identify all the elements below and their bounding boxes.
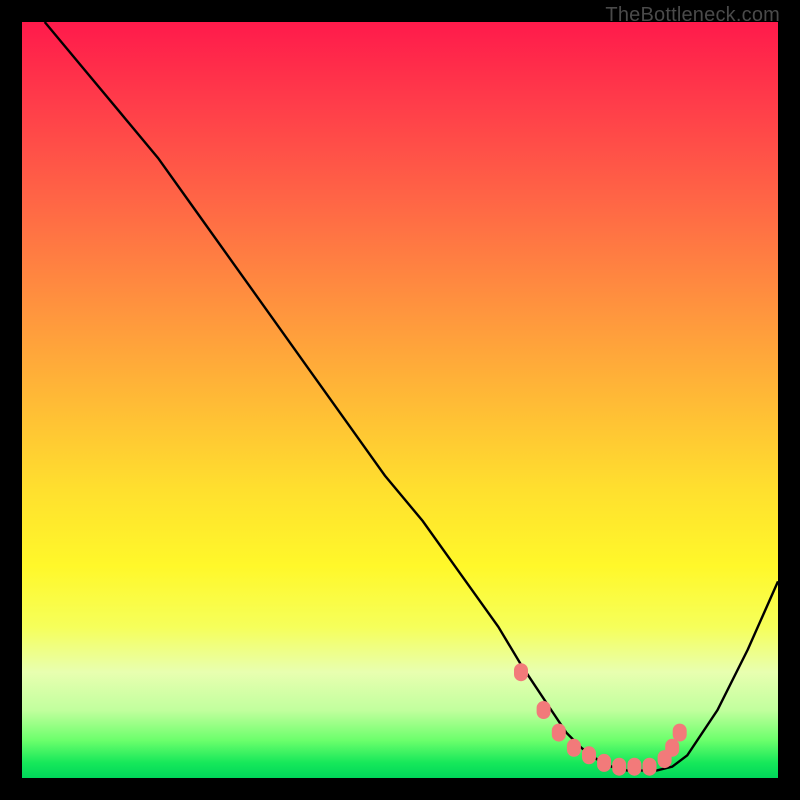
highlight-dot (552, 724, 566, 742)
highlight-dots-group (514, 663, 687, 776)
chart-svg (22, 22, 778, 778)
highlight-dot (567, 739, 581, 757)
highlight-dot (612, 758, 626, 776)
watermark-text: TheBottleneck.com (605, 4, 780, 27)
highlight-dot (643, 758, 657, 776)
highlight-dot (597, 754, 611, 772)
highlight-dot (673, 724, 687, 742)
highlight-dot (665, 739, 679, 757)
highlight-dot (514, 663, 528, 681)
bottleneck-curve (45, 22, 778, 770)
chart-frame: TheBottleneck.com (0, 0, 800, 800)
highlight-dot (627, 758, 641, 776)
highlight-dot (537, 701, 551, 719)
highlight-dot (582, 746, 596, 764)
plot-area (22, 22, 778, 778)
